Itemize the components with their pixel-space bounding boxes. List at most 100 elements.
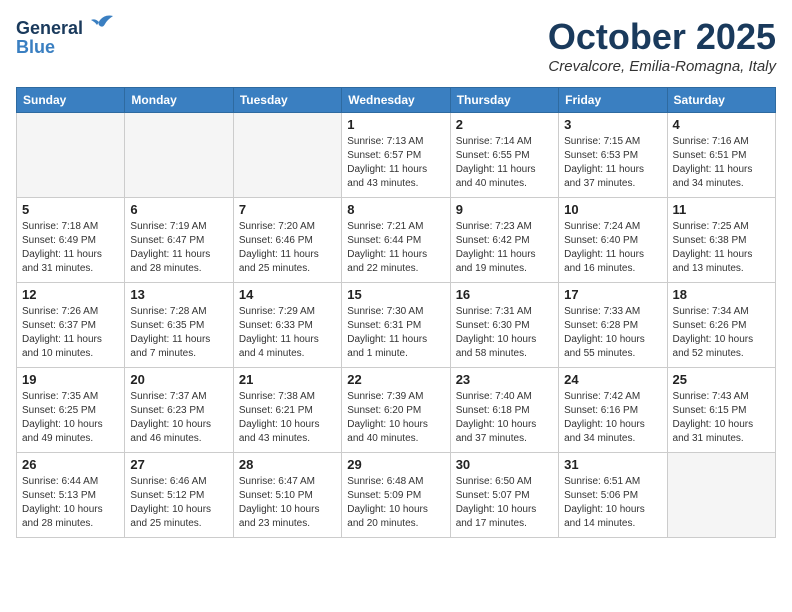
day-number: 9 [456, 202, 553, 217]
day-number: 17 [564, 287, 661, 302]
day-info: Sunrise: 7:30 AM Sunset: 6:31 PM Dayligh… [347, 305, 444, 361]
day-number: 14 [239, 287, 336, 302]
day-info: Sunrise: 6:48 AM Sunset: 5:09 PM Dayligh… [347, 475, 444, 531]
calendar-cell: 6Sunrise: 7:19 AM Sunset: 6:47 PM Daylig… [125, 198, 233, 283]
day-info: Sunrise: 6:47 AM Sunset: 5:10 PM Dayligh… [239, 475, 336, 531]
day-number: 4 [673, 117, 770, 132]
weekday-header-sunday: Sunday [17, 88, 125, 113]
week-row-4: 19 Sunrise: 7:35 AM Sunset: 6:25 PM Dayli… [17, 368, 776, 453]
calendar-cell: 22 Sunrise: 7:39 AM Sunset: 6:20 PM Dayli… [342, 368, 450, 453]
day-number: 3 [564, 117, 661, 132]
day-info: Sunrise: 7:15 AM Sunset: 6:53 PM Dayligh… [564, 135, 661, 191]
logo-general: General [16, 19, 83, 39]
day-number: 13 [130, 287, 227, 302]
day-number: 5 [22, 202, 119, 217]
day-info: Sunrise: 6:44 AM Sunset: 5:13 PM Dayligh… [22, 475, 119, 531]
logo-blue: Blue [16, 38, 55, 58]
day-info: Sunrise: 7:18 AM Sunset: 6:49 PM Dayligh… [22, 220, 119, 276]
day-info: Sunrise: 7:14 AM Sunset: 6:55 PM Dayligh… [456, 135, 553, 191]
location-title: Crevalcore, Emilia-Romagna, Italy [548, 58, 776, 75]
day-info: Sunrise: 7:16 AM Sunset: 6:51 PM Dayligh… [673, 135, 770, 191]
calendar-cell: 18 Sunrise: 7:34 AM Sunset: 6:26 PM Dayli… [667, 283, 775, 368]
day-info: Sunrise: 7:35 AM Sunset: 6:25 PM Dayligh… [22, 390, 119, 446]
day-info: Sunrise: 6:51 AM Sunset: 5:06 PM Dayligh… [564, 475, 661, 531]
day-number: 10 [564, 202, 661, 217]
weekday-header-friday: Friday [559, 88, 667, 113]
day-number: 29 [347, 457, 444, 472]
day-number: 6 [130, 202, 227, 217]
calendar-cell: 8 Sunrise: 7:21 AM Sunset: 6:44 PM Daylig… [342, 198, 450, 283]
calendar-cell: 12 Sunrise: 7:26 AM Sunset: 6:37 PM Dayli… [17, 283, 125, 368]
day-info: Sunrise: 6:50 AM Sunset: 5:07 PM Dayligh… [456, 475, 553, 531]
day-info: Sunrise: 6:46 AM Sunset: 5:12 PM Dayligh… [130, 475, 227, 531]
day-number: 22 [347, 372, 444, 387]
day-number: 19 [22, 372, 119, 387]
weekday-header-thursday: Thursday [450, 88, 558, 113]
calendar-cell: 3 Sunrise: 7:15 AM Sunset: 6:53 PM Daylig… [559, 113, 667, 198]
calendar-cell: 27 Sunrise: 6:46 AM Sunset: 5:12 PM Dayli… [125, 453, 233, 538]
day-number: 27 [130, 457, 227, 472]
day-number: 15 [347, 287, 444, 302]
day-info: Sunrise: 7:37 AM Sunset: 6:23 PM Dayligh… [130, 390, 227, 446]
calendar-cell: 21Sunrise: 7:38 AM Sunset: 6:21 PM Dayli… [233, 368, 341, 453]
day-number: 7 [239, 202, 336, 217]
day-number: 1 [347, 117, 444, 132]
day-info: Sunrise: 7:13 AM Sunset: 6:57 PM Dayligh… [347, 135, 444, 191]
calendar-cell: 25 Sunrise: 7:43 AM Sunset: 6:15 PM Dayli… [667, 368, 775, 453]
day-number: 18 [673, 287, 770, 302]
day-info: Sunrise: 7:21 AM Sunset: 6:44 PM Dayligh… [347, 220, 444, 276]
calendar-cell [125, 113, 233, 198]
calendar-cell: 13 Sunrise: 7:28 AM Sunset: 6:35 PM Dayli… [125, 283, 233, 368]
week-row-2: 5 Sunrise: 7:18 AM Sunset: 6:49 PM Daylig… [17, 198, 776, 283]
day-number: 8 [347, 202, 444, 217]
day-number: 25 [673, 372, 770, 387]
day-number: 31 [564, 457, 661, 472]
calendar-cell [667, 453, 775, 538]
week-row-5: 26 Sunrise: 6:44 AM Sunset: 5:13 PM Dayli… [17, 453, 776, 538]
calendar-cell: 4 Sunrise: 7:16 AM Sunset: 6:51 PM Daylig… [667, 113, 775, 198]
calendar-cell: 29 Sunrise: 6:48 AM Sunset: 5:09 PM Dayli… [342, 453, 450, 538]
weekday-header-row: SundayMondayTuesdayWednesdayThursdayFrid… [17, 88, 776, 113]
calendar-cell: 31 Sunrise: 6:51 AM Sunset: 5:06 PM Dayli… [559, 453, 667, 538]
weekday-header-saturday: Saturday [667, 88, 775, 113]
calendar-cell: 14Sunrise: 7:29 AM Sunset: 6:33 PM Dayli… [233, 283, 341, 368]
calendar-cell: 2Sunrise: 7:14 AM Sunset: 6:55 PM Daylig… [450, 113, 558, 198]
day-info: Sunrise: 7:26 AM Sunset: 6:37 PM Dayligh… [22, 305, 119, 361]
calendar-cell [233, 113, 341, 198]
month-title: October 2025 [548, 16, 776, 58]
day-number: 26 [22, 457, 119, 472]
weekday-header-tuesday: Tuesday [233, 88, 341, 113]
weekday-header-monday: Monday [125, 88, 233, 113]
day-info: Sunrise: 7:24 AM Sunset: 6:40 PM Dayligh… [564, 220, 661, 276]
day-info: Sunrise: 7:43 AM Sunset: 6:15 PM Dayligh… [673, 390, 770, 446]
day-info: Sunrise: 7:33 AM Sunset: 6:28 PM Dayligh… [564, 305, 661, 361]
calendar-cell: 9Sunrise: 7:23 AM Sunset: 6:42 PM Daylig… [450, 198, 558, 283]
day-info: Sunrise: 7:39 AM Sunset: 6:20 PM Dayligh… [347, 390, 444, 446]
calendar-cell: 11 Sunrise: 7:25 AM Sunset: 6:38 PM Dayli… [667, 198, 775, 283]
page-header: General Blue October 2025 Crevalcore, Em… [16, 16, 776, 75]
calendar-cell: 1 Sunrise: 7:13 AM Sunset: 6:57 PM Daylig… [342, 113, 450, 198]
day-number: 12 [22, 287, 119, 302]
day-number: 23 [456, 372, 553, 387]
day-number: 20 [130, 372, 227, 387]
day-info: Sunrise: 7:20 AM Sunset: 6:46 PM Dayligh… [239, 220, 336, 276]
day-info: Sunrise: 7:40 AM Sunset: 6:18 PM Dayligh… [456, 390, 553, 446]
calendar-cell: 17 Sunrise: 7:33 AM Sunset: 6:28 PM Dayli… [559, 283, 667, 368]
calendar-cell: 23 Sunrise: 7:40 AM Sunset: 6:18 PM Dayli… [450, 368, 558, 453]
day-info: Sunrise: 7:38 AM Sunset: 6:21 PM Dayligh… [239, 390, 336, 446]
day-number: 11 [673, 202, 770, 217]
calendar-cell: 15 Sunrise: 7:30 AM Sunset: 6:31 PM Dayli… [342, 283, 450, 368]
calendar-cell [17, 113, 125, 198]
calendar-cell: 19 Sunrise: 7:35 AM Sunset: 6:25 PM Dayli… [17, 368, 125, 453]
calendar-cell: 28 Sunrise: 6:47 AM Sunset: 5:10 PM Dayli… [233, 453, 341, 538]
day-info: Sunrise: 7:25 AM Sunset: 6:38 PM Dayligh… [673, 220, 770, 276]
day-info: Sunrise: 7:28 AM Sunset: 6:35 PM Dayligh… [130, 305, 227, 361]
calendar-cell: 10 Sunrise: 7:24 AM Sunset: 6:40 PM Dayli… [559, 198, 667, 283]
title-block: October 2025 Crevalcore, Emilia-Romagna,… [548, 16, 776, 75]
day-number: 28 [239, 457, 336, 472]
calendar-cell: 16Sunrise: 7:31 AM Sunset: 6:30 PM Dayli… [450, 283, 558, 368]
calendar-cell: 20 Sunrise: 7:37 AM Sunset: 6:23 PM Dayli… [125, 368, 233, 453]
day-number: 30 [456, 457, 553, 472]
day-info: Sunrise: 7:34 AM Sunset: 6:26 PM Dayligh… [673, 305, 770, 361]
week-row-3: 12 Sunrise: 7:26 AM Sunset: 6:37 PM Dayli… [17, 283, 776, 368]
